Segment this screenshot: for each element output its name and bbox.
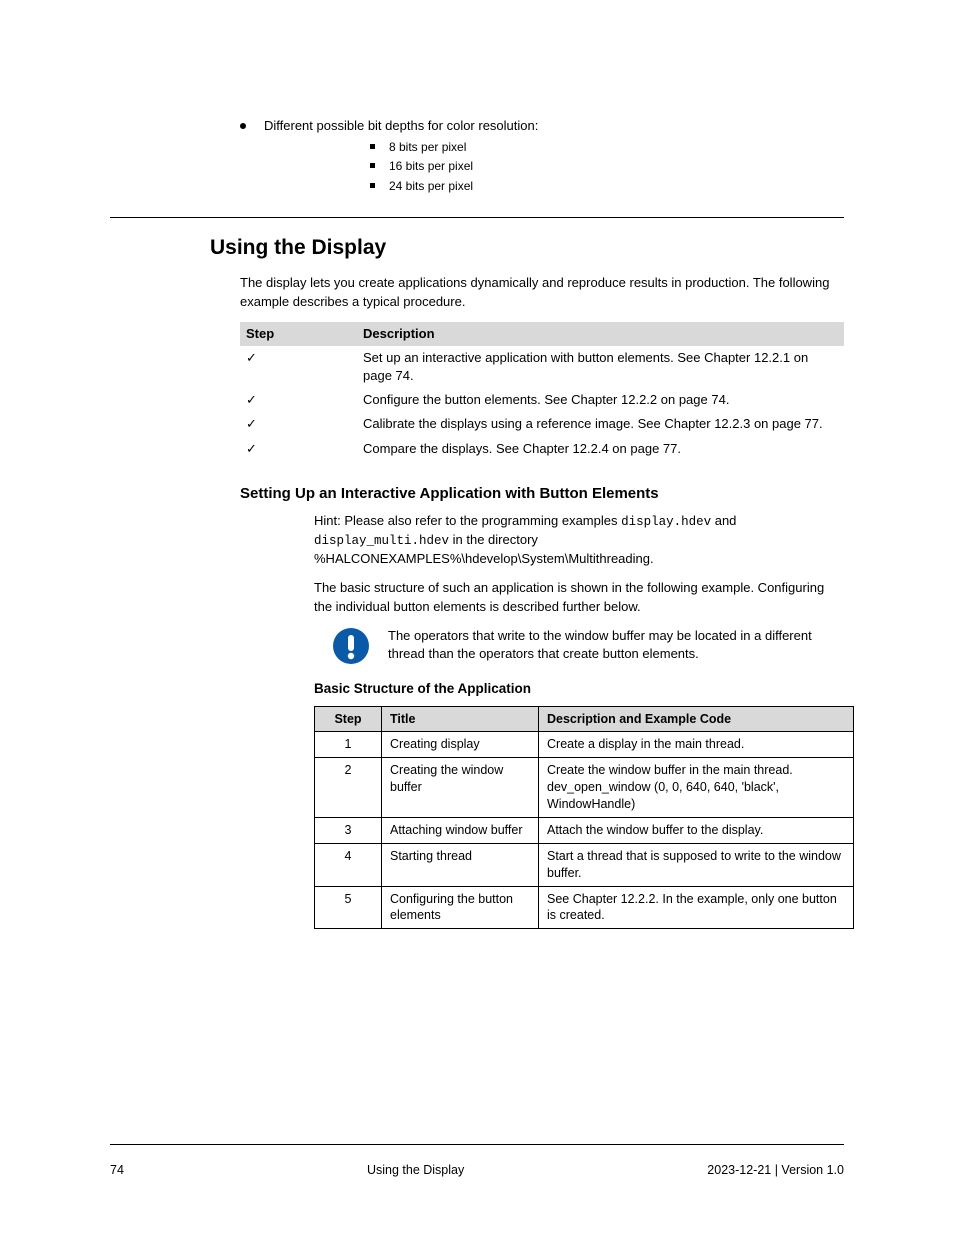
table-row: 4 Starting thread Start a thread that is… bbox=[315, 843, 854, 886]
desc-cell: Set up an interactive application with b… bbox=[357, 346, 844, 388]
col-header-desc: Description and Example Code bbox=[539, 706, 854, 732]
page-footer: 74 Using the Display 2023-12-21 | Versio… bbox=[110, 1163, 844, 1177]
section-heading: Using the Display bbox=[210, 236, 844, 260]
cell-title: Attaching window buffer bbox=[382, 817, 539, 843]
list-item: 24 bits per pixel bbox=[370, 178, 844, 195]
col-header-step: Step bbox=[240, 322, 357, 346]
footer-divider bbox=[110, 1144, 844, 1145]
cell-step: 1 bbox=[315, 732, 382, 758]
table-header-row: Step Title Description and Example Code bbox=[315, 706, 854, 732]
notice-text: The operators that write to the window b… bbox=[388, 627, 844, 663]
footer-title: Using the Display bbox=[367, 1163, 464, 1177]
cell-desc: Create the window buffer in the main thr… bbox=[539, 758, 854, 818]
table-row: ✓ Compare the displays. See Chapter 12.2… bbox=[240, 437, 844, 461]
table-row: 2 Creating the window buffer Create the … bbox=[315, 758, 854, 818]
table-row: ✓ Configure the button elements. See Cha… bbox=[240, 388, 844, 412]
notice-callout: The operators that write to the window b… bbox=[314, 627, 844, 665]
hint-paragraph: Hint: Please also refer to the programmi… bbox=[314, 512, 844, 569]
table-header-row: Step Description bbox=[240, 322, 844, 346]
step-cell: ✓ bbox=[240, 388, 357, 412]
col-header-step: Step bbox=[315, 706, 382, 732]
text: Hint: Please also refer to the programmi… bbox=[314, 513, 621, 528]
square-icon bbox=[370, 163, 375, 168]
cell-step: 5 bbox=[315, 886, 382, 929]
square-icon bbox=[370, 144, 375, 149]
step-cell: ✓ bbox=[240, 437, 357, 461]
notice-icon bbox=[332, 627, 370, 665]
bullet-text: Different possible bit depths for color … bbox=[264, 117, 538, 135]
section-divider bbox=[110, 217, 844, 218]
cell-step: 4 bbox=[315, 843, 382, 886]
cell-desc: Attach the window buffer to the display. bbox=[539, 817, 854, 843]
cell-desc: Start a thread that is supposed to write… bbox=[539, 843, 854, 886]
page-number: 74 bbox=[110, 1163, 124, 1177]
col-header-title: Title bbox=[382, 706, 539, 732]
inline-code: display.hdev bbox=[621, 515, 711, 529]
cell-title: Starting thread bbox=[382, 843, 539, 886]
structure-table: Step Title Description and Example Code … bbox=[314, 706, 854, 930]
col-header-desc: Description bbox=[357, 322, 844, 346]
table-row: 3 Attaching window buffer Attach the win… bbox=[315, 817, 854, 843]
table-row: 5 Configuring the button elements See Ch… bbox=[315, 886, 854, 929]
step-table: Step Description ✓ Set up an interactive… bbox=[240, 322, 844, 461]
sub-item-text: 8 bits per pixel bbox=[389, 139, 466, 156]
text: and bbox=[711, 513, 736, 528]
cell-desc: Create a display in the main thread. bbox=[539, 732, 854, 758]
square-icon bbox=[370, 183, 375, 188]
sub-item-text: 16 bits per pixel bbox=[389, 158, 473, 175]
table-row: ✓ Calibrate the displays using a referen… bbox=[240, 412, 844, 436]
cell-desc: See Chapter 12.2.2. In the example, only… bbox=[539, 886, 854, 929]
sub-item-text: 24 bits per pixel bbox=[389, 178, 473, 195]
subsubsection-heading: Basic Structure of the Application bbox=[240, 681, 844, 696]
table-row: 1 Creating display Create a display in t… bbox=[315, 732, 854, 758]
desc-cell: Calibrate the displays using a reference… bbox=[357, 412, 844, 436]
cell-title: Creating the window buffer bbox=[382, 758, 539, 818]
list-item: Different possible bit depths for color … bbox=[240, 117, 844, 135]
bullet-icon bbox=[240, 123, 246, 129]
sub-list: 8 bits per pixel 16 bits per pixel 24 bi… bbox=[370, 139, 844, 195]
cell-step: 2 bbox=[315, 758, 382, 818]
cell-step: 3 bbox=[315, 817, 382, 843]
step-cell: ✓ bbox=[240, 412, 357, 436]
list-item: 8 bits per pixel bbox=[370, 139, 844, 156]
subsection-heading: Setting Up an Interactive Application wi… bbox=[240, 485, 844, 502]
desc-cell: Compare the displays. See Chapter 12.2.4… bbox=[357, 437, 844, 461]
cell-title: Creating display bbox=[382, 732, 539, 758]
intro-paragraph: The display lets you create applications… bbox=[240, 274, 844, 312]
top-bullet-section: Different possible bit depths for color … bbox=[240, 117, 844, 195]
step-cell: ✓ bbox=[240, 346, 357, 388]
inline-code: display_multi.hdev bbox=[314, 534, 449, 548]
footer-meta: 2023-12-21 | Version 1.0 bbox=[707, 1163, 844, 1177]
list-item: 16 bits per pixel bbox=[370, 158, 844, 175]
paragraph: The basic structure of such an applicati… bbox=[314, 579, 844, 617]
desc-cell: Configure the button elements. See Chapt… bbox=[357, 388, 844, 412]
cell-title: Configuring the button elements bbox=[382, 886, 539, 929]
table-row: ✓ Set up an interactive application with… bbox=[240, 346, 844, 388]
